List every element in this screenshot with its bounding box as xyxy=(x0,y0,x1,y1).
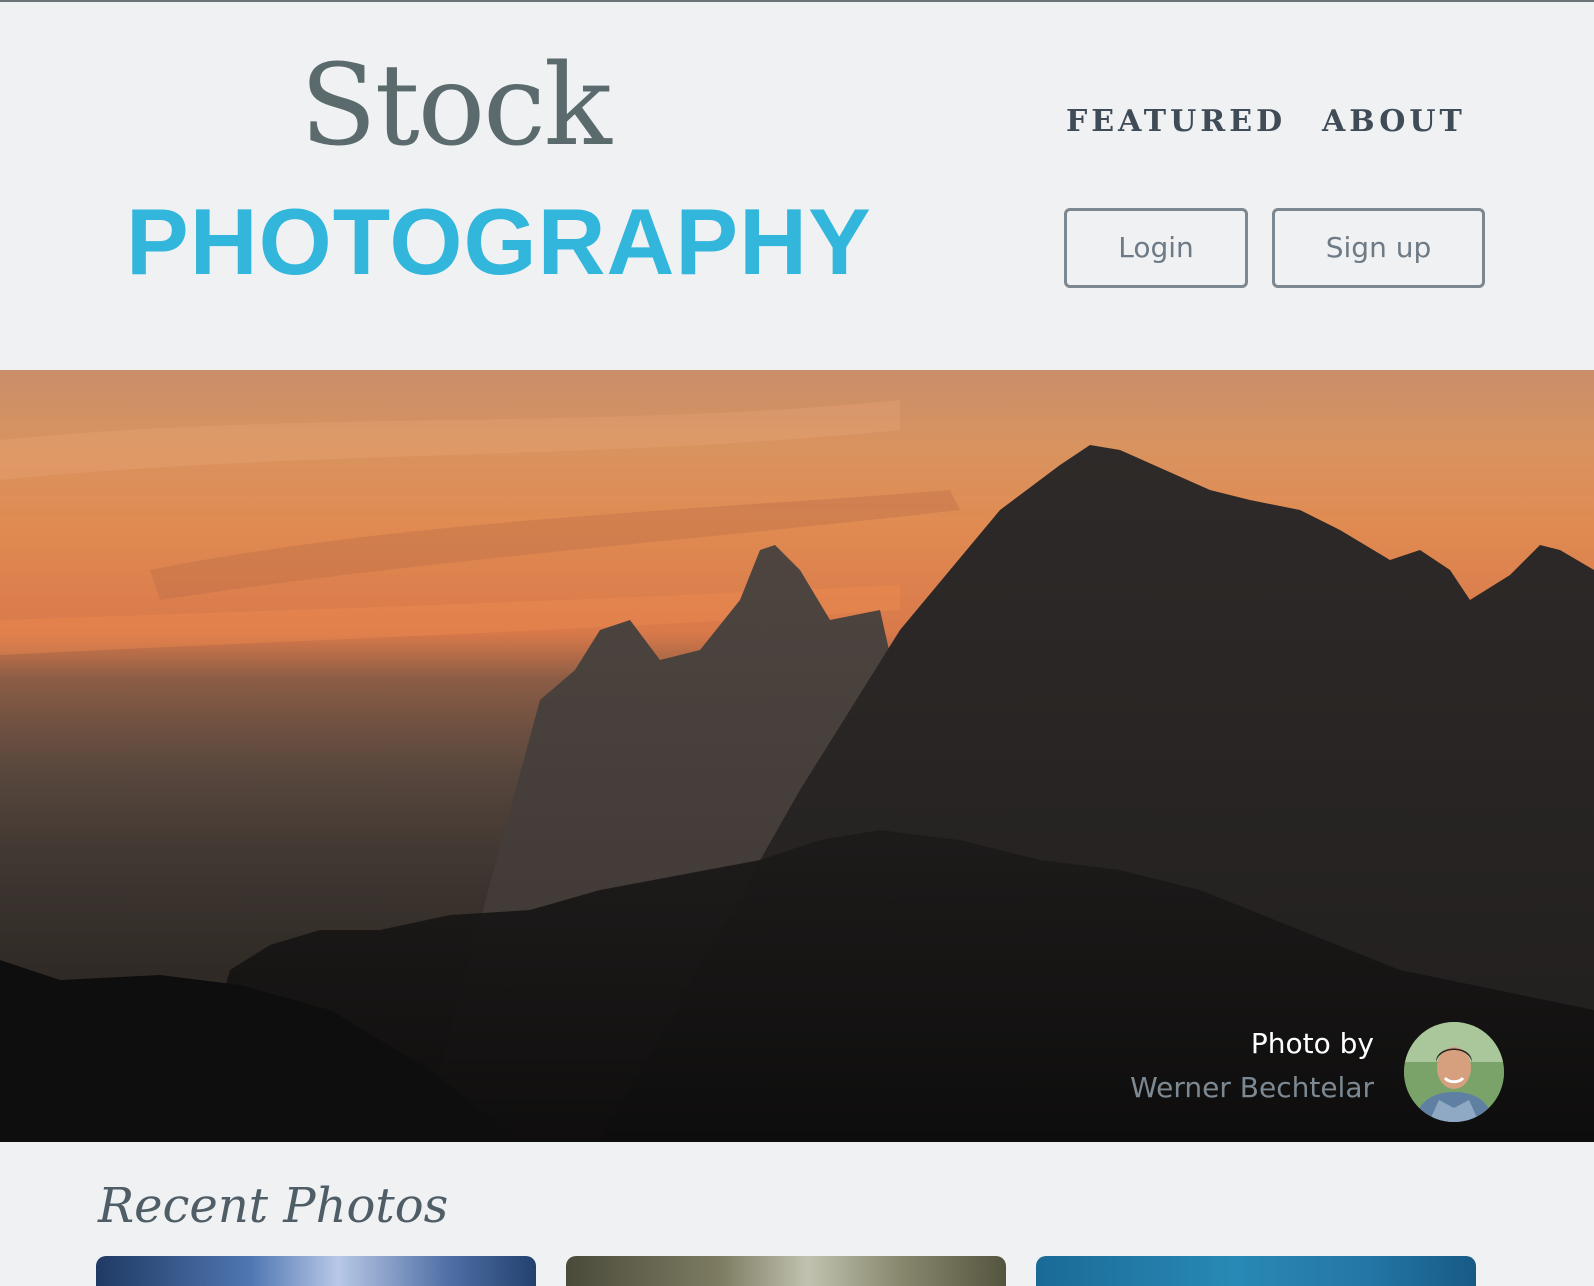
logo-stock-text[interactable]: Stock xyxy=(300,46,612,166)
person-avatar-icon xyxy=(1404,1022,1504,1122)
recent-photo-thumbnail[interactable] xyxy=(96,1256,536,1286)
login-button[interactable]: Login xyxy=(1064,208,1248,288)
logo-photography-text[interactable]: PHOTOGRAPHY xyxy=(126,192,872,292)
recent-photo-thumbnail[interactable] xyxy=(1036,1256,1476,1286)
photographer-avatar[interactable] xyxy=(1404,1022,1504,1122)
site-header: Stock PHOTOGRAPHY FEATURED ABOUT Login S… xyxy=(0,2,1594,370)
recent-photo-thumbnail[interactable] xyxy=(566,1256,1006,1286)
cloud-streak xyxy=(0,400,900,480)
nav-link-featured[interactable]: FEATURED xyxy=(1066,102,1286,142)
nav-link-about[interactable]: ABOUT xyxy=(1322,102,1466,142)
recent-photos-heading: Recent Photos xyxy=(98,1178,449,1234)
cloud-streak xyxy=(150,490,960,600)
signup-button[interactable]: Sign up xyxy=(1272,208,1485,288)
photographer-name-link[interactable]: Werner Bechtelar xyxy=(1130,1068,1374,1108)
photo-credit-label: Photo by xyxy=(1250,1027,1374,1060)
